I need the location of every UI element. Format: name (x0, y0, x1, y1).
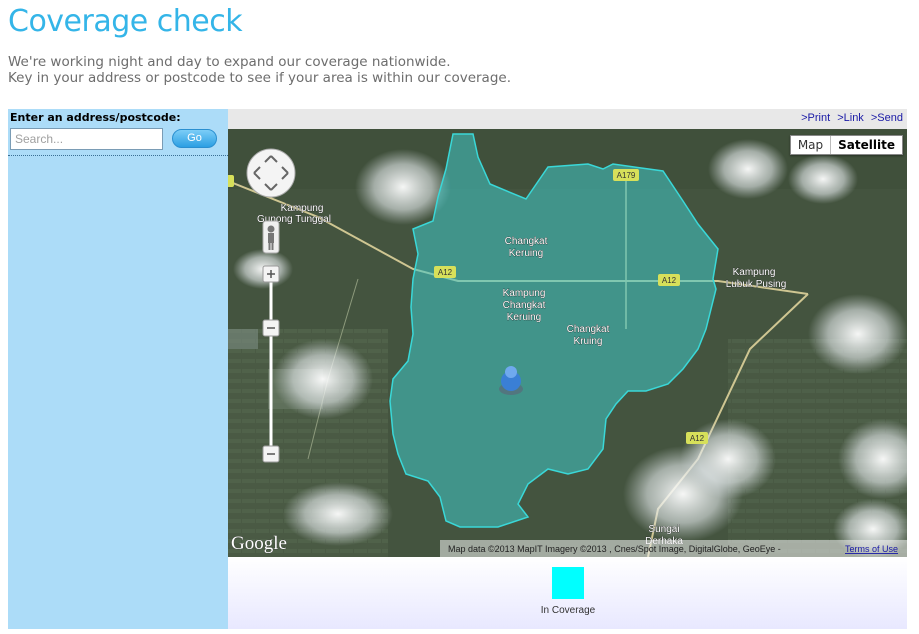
place-label: Changkat (503, 300, 546, 311)
intro-line: Key in your address or postcode to see i… (8, 70, 512, 86)
search-input[interactable] (10, 128, 163, 150)
intro-line: We're working night and day to expand ou… (8, 54, 451, 70)
coverage-swatch (552, 567, 584, 599)
search-sidebar: Enter an address/postcode: Go (8, 109, 228, 629)
page-title: Coverage check (8, 4, 243, 39)
place-label: Changkat (567, 324, 610, 335)
place-label: Sungai (648, 524, 679, 535)
map-type-button[interactable]: Map (791, 136, 830, 154)
map-view[interactable]: A12 A12 A179 A12 Kampung Gunong Tunggal … (228, 129, 907, 557)
pegman-icon[interactable] (262, 220, 280, 254)
cloud (680, 419, 776, 499)
place-label: Lubuk Pusing (726, 279, 787, 290)
map-links: >Print >Link >Send (797, 112, 903, 124)
attribution-text: Map data ©2013 MapIT Imagery ©2013 , Cne… (448, 544, 781, 554)
road-shield-a179: A179 (613, 169, 639, 181)
terms-link[interactable]: Terms of Use (845, 544, 898, 554)
cloud (273, 339, 373, 419)
google-logo: Google (231, 533, 287, 554)
place-label: Kampung (281, 203, 324, 214)
print-link[interactable]: >Print (801, 112, 830, 124)
road-shield-a12: A12 (658, 274, 680, 286)
cloud (788, 154, 858, 204)
road-shield-a12: A12 (686, 432, 708, 444)
cloud (808, 294, 907, 374)
map-legend: In Coverage (228, 557, 907, 629)
link-link[interactable]: >Link (837, 112, 864, 124)
road-label: A12 (438, 268, 453, 277)
place-label: Changkat (505, 236, 548, 247)
divider (8, 155, 228, 156)
send-link[interactable]: >Send (871, 112, 903, 124)
legend-label: In Coverage (540, 605, 596, 616)
road-label: A12 (662, 276, 677, 285)
satellite-map[interactable]: A12 A12 A179 A12 Kampung Gunong Tunggal … (228, 129, 907, 557)
pan-control[interactable] (246, 148, 296, 198)
map-type-control: Map Satellite (789, 135, 903, 155)
zoom-in-button[interactable] (262, 265, 280, 283)
road-label: A179 (617, 171, 636, 180)
place-label: Kampung (733, 267, 776, 278)
map-toolbar: >Print >Link >Send (228, 109, 907, 129)
cloud (708, 139, 788, 199)
place-label: Keruing (507, 312, 541, 323)
road-shield-a12: A12 (434, 266, 456, 278)
search-label: Enter an address/postcode: (10, 111, 181, 124)
place-label: Keruing (509, 248, 543, 259)
intro-text: We're working night and day to expand ou… (8, 54, 511, 86)
zoom-out-button[interactable] (262, 445, 280, 463)
satellite-type-button[interactable]: Satellite (830, 136, 902, 154)
ponds (228, 329, 258, 349)
place-label: Kruing (574, 336, 603, 347)
zoom-slider-handle[interactable] (262, 319, 280, 337)
cloud (283, 482, 393, 546)
road-label: A12 (690, 434, 705, 443)
place-label: Kampung (503, 288, 546, 299)
road-shield-a12 (228, 175, 234, 187)
go-button[interactable]: Go (172, 129, 217, 148)
